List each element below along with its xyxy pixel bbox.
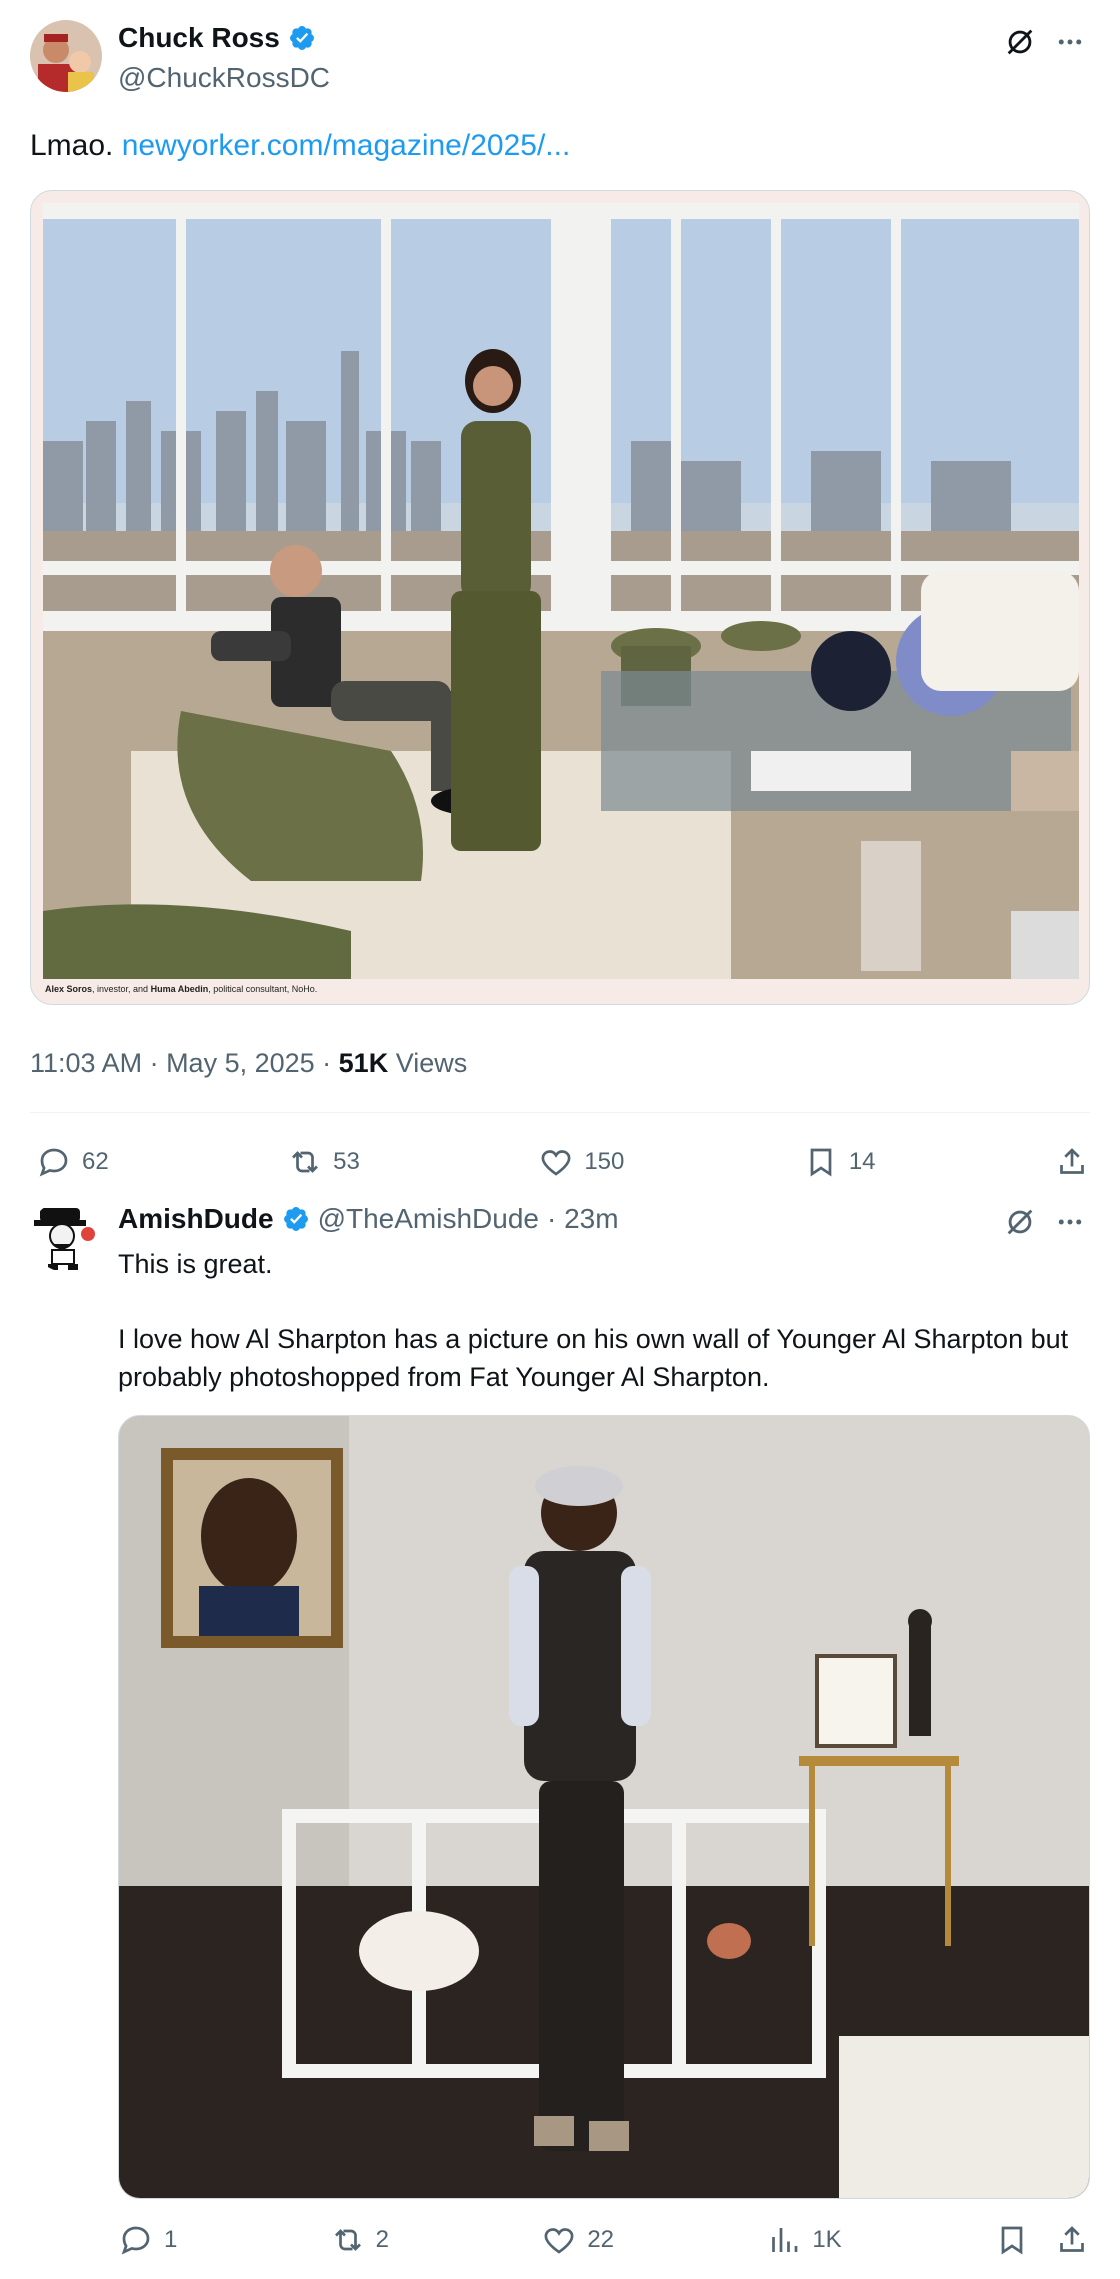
author-name[interactable]: Chuck Ross (118, 22, 280, 54)
reply-text-line2: I love how Al Sharpton has a picture on … (118, 1324, 1069, 1392)
reply-button[interactable]: 1 (118, 2222, 177, 2258)
share-button[interactable] (1054, 1144, 1090, 1180)
reply-author-handle[interactable]: @TheAmishDude (318, 1203, 539, 1235)
reply-count: 62 (82, 1148, 109, 1175)
bookmark-icon (1001, 2226, 1023, 2255)
heart-icon (544, 2228, 574, 2254)
repost-button[interactable]: 2 (330, 2222, 389, 2258)
reply-time[interactable]: · 23m (547, 1203, 619, 1235)
author-handle[interactable]: @ChuckRossDC (118, 62, 330, 94)
caption-end: , political consultant, NoHo. (208, 984, 318, 994)
more-options-icon[interactable] (1050, 22, 1090, 62)
reply-button[interactable]: 62 (36, 1144, 109, 1180)
bookmark-button[interactable]: 14 (803, 1144, 876, 1180)
repost-button[interactable]: 53 (287, 1144, 360, 1180)
verified-badge-icon (283, 1207, 308, 1231)
reply-author-row: AmishDude @TheAmishDude · 23m (118, 1203, 619, 1235)
caption-name-1: Alex Soros (45, 984, 93, 994)
avatar[interactable] (30, 20, 102, 92)
reply-author-name[interactable]: AmishDude (118, 1203, 274, 1235)
tweet-timestamp[interactable]: 11:03 AM · May 5, 2025 · (30, 1048, 339, 1078)
author-name-row: Chuck Ross (118, 22, 316, 54)
bookmark-icon (810, 1148, 832, 1177)
reply-avatar[interactable] (30, 1200, 102, 1272)
like-button[interactable]: 22 (541, 2222, 614, 2258)
verified-badge-icon (289, 26, 314, 50)
reply-icon (39, 1148, 68, 1177)
grok-icon[interactable] (1000, 1202, 1040, 1242)
more-options-icon[interactable] (1050, 1202, 1090, 1242)
article-link[interactable]: newyorker.com/magazine/2025/... (122, 129, 571, 162)
repost-count: 53 (333, 1148, 360, 1175)
bookmark-count: 14 (848, 1148, 876, 1175)
caption-name-2: Huma Abedin (150, 984, 209, 994)
bookmark-button[interactable] (994, 2222, 1030, 2258)
share-button[interactable] (1054, 2222, 1090, 2258)
tweet-meta: 11:03 AM · May 5, 2025 · 51K Views (30, 1048, 467, 1079)
tweet-action-bar: 62 53 150 14 (36, 1140, 1090, 1184)
like-count: 150 (584, 1148, 625, 1175)
views-label: Views (388, 1048, 468, 1078)
share-icon (1060, 1148, 1084, 1174)
reply-image[interactable] (118, 1415, 1090, 2199)
repost-icon (334, 2229, 361, 2251)
caption-mid: , investor, and (92, 984, 151, 994)
heart-icon (541, 1150, 571, 1176)
like-count: 22 (587, 2226, 615, 2253)
repost-icon (292, 1151, 319, 1173)
tweet-image[interactable]: Alex Soros, investor, and Huma Abedin, p… (30, 190, 1090, 1005)
reply-text-line1: This is great. (118, 1249, 273, 1279)
reply-action-bar: 1 2 22 1K (118, 2218, 1090, 2262)
divider (30, 1112, 1090, 1113)
views-count: 1K (812, 2226, 842, 2253)
analytics-icon (772, 2228, 798, 2252)
image-caption: Alex Soros, investor, and Huma Abedin, p… (45, 984, 317, 994)
reply-action-group (994, 2222, 1090, 2258)
views-count: 51K (338, 1048, 389, 1078)
tweet-text-prefix: Lmao. (30, 129, 122, 162)
views-button[interactable]: 1K (766, 2222, 842, 2258)
tweet-text: Lmao. newyorker.com/magazine/2025/... (30, 126, 1090, 166)
repost-count: 2 (375, 2226, 390, 2253)
reply-count: 1 (164, 2226, 178, 2253)
like-button[interactable]: 150 (538, 1144, 624, 1180)
grok-icon[interactable] (1000, 22, 1040, 62)
share-icon (1060, 2226, 1084, 2252)
reply-icon (121, 2226, 150, 2255)
